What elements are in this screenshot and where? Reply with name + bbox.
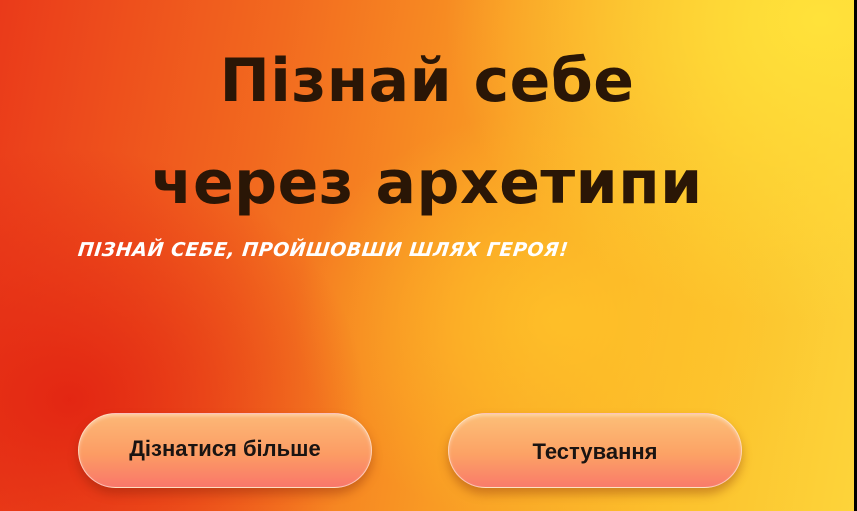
learn-more-button-label: Дізнатися більше xyxy=(129,435,321,461)
testing-button[interactable]: Тестування xyxy=(448,413,742,488)
hero-section: Пізнай себе через архетипи ПІЗНАЙ СЕБЕ, … xyxy=(0,0,854,511)
hero-title-line-2: через архетипи xyxy=(151,148,703,218)
hero-title-line-1: Пізнай себе xyxy=(219,46,635,116)
learn-more-button[interactable]: Дізнатися більше xyxy=(78,413,372,488)
testing-button-label: Тестування xyxy=(532,438,658,464)
hero-tagline: ПІЗНАЙ СЕБЕ, ПРОЙШОВШИ ШЛЯХ ГЕРОЯ! xyxy=(76,239,570,261)
